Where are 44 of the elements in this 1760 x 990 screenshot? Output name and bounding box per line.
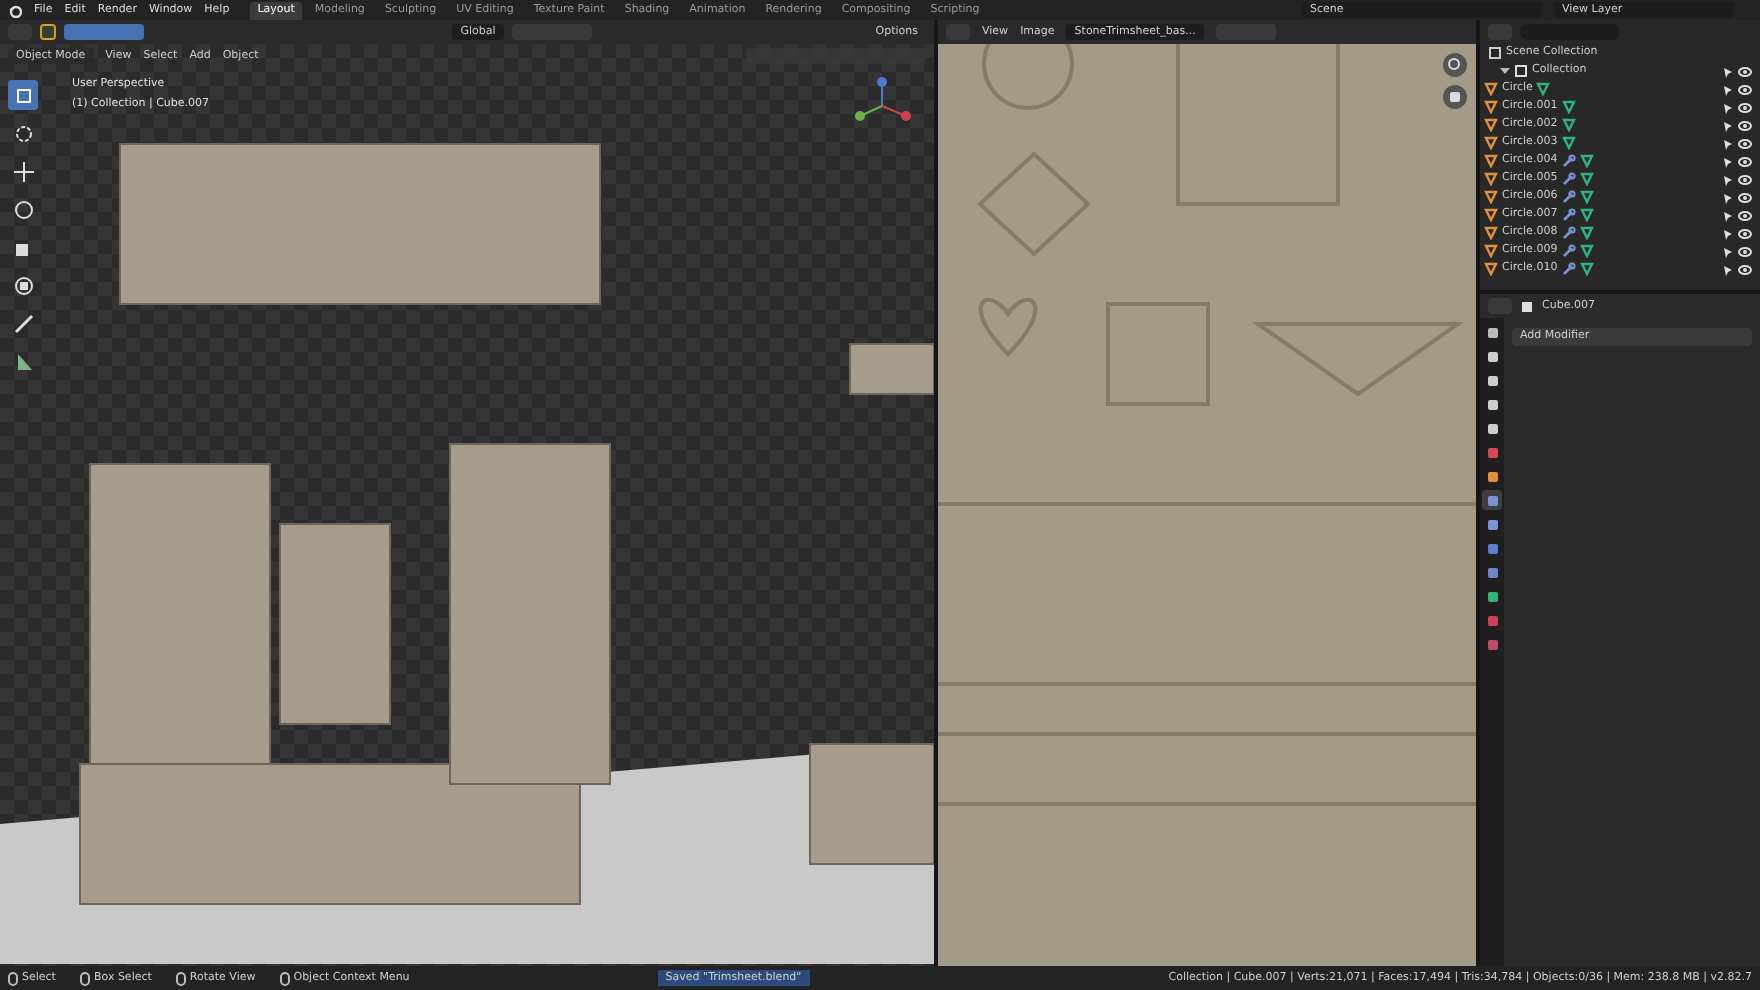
- properties-tab[interactable]: [1482, 562, 1502, 582]
- wrench-icon: [1561, 154, 1576, 168]
- tool-button[interactable]: [40, 24, 56, 40]
- eye-icon[interactable]: [1738, 209, 1752, 221]
- eye-icon[interactable]: [1738, 263, 1752, 275]
- eye-icon[interactable]: [1738, 155, 1752, 167]
- tool-move-button[interactable]: [8, 156, 38, 186]
- move-icon: [9, 157, 37, 185]
- tool-select-button[interactable]: [8, 80, 38, 110]
- properties-tab[interactable]: [1482, 490, 1502, 510]
- eye-icon[interactable]: [1738, 101, 1752, 113]
- mouse-icon: [79, 971, 90, 985]
- wrench-icon: [1561, 208, 1576, 222]
- eye-icon[interactable]: [1738, 119, 1752, 131]
- eye-icon[interactable]: [1738, 191, 1752, 203]
- properties-tab[interactable]: [1482, 418, 1502, 438]
- transform-icon: [9, 271, 37, 299]
- zoom-icon[interactable]: [1442, 52, 1468, 78]
- disclosure-triangle-icon[interactable]: [1500, 66, 1510, 76]
- properties-tab[interactable]: [1482, 394, 1502, 414]
- wrench-icon: [1561, 190, 1576, 204]
- hand-icon[interactable]: [1442, 84, 1468, 110]
- mouse-icon: [8, 971, 18, 985]
- annotate-icon: [9, 309, 37, 337]
- eye-icon[interactable]: [1738, 65, 1752, 77]
- properties-tab[interactable]: [1482, 466, 1502, 486]
- mouse-icon: [175, 971, 186, 985]
- wrench-icon: [1561, 172, 1576, 186]
- eye-icon[interactable]: [1738, 173, 1752, 185]
- properties-tab[interactable]: [1482, 538, 1502, 558]
- wrench-icon: [1561, 262, 1576, 276]
- mouse-icon: [279, 971, 290, 985]
- eye-icon[interactable]: [1738, 245, 1752, 257]
- properties-tab[interactable]: [1482, 322, 1502, 342]
- properties-tab[interactable]: [1482, 514, 1502, 534]
- wrench-icon: [1561, 226, 1576, 240]
- rotate-icon: [9, 195, 37, 223]
- eye-icon[interactable]: [1738, 227, 1752, 239]
- properties-tab[interactable]: [1482, 346, 1502, 366]
- eye-icon[interactable]: [1738, 83, 1752, 95]
- properties-tab[interactable]: [1482, 370, 1502, 390]
- wrench-icon: [1561, 244, 1576, 258]
- eye-icon[interactable]: [1738, 137, 1752, 149]
- properties-tab[interactable]: [1482, 586, 1502, 606]
